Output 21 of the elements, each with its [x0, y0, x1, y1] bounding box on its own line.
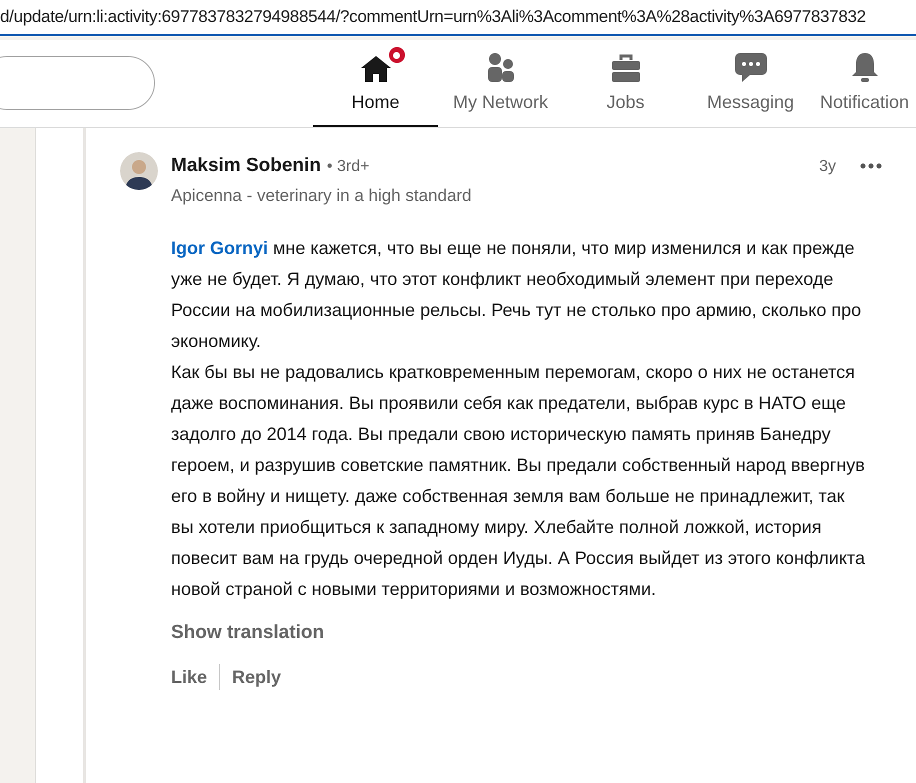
show-translation-link[interactable]: Show translation: [171, 619, 324, 648]
author-headline: Apicenna - veterinary in a high standard: [171, 184, 473, 206]
comment-action-button[interactable]: Like: [171, 664, 208, 690]
comment-action-button[interactable]: Reply: [232, 664, 282, 690]
nav-tab[interactable]: Notification: [813, 47, 916, 127]
search-field[interactable]: [0, 56, 155, 110]
mention-link[interactable]: Igor Gornyi: [171, 238, 268, 258]
author-name[interactable]: Maksim Sobenin: [171, 152, 321, 180]
nav-tab[interactable]: Jobs: [563, 47, 688, 127]
bell-icon: [850, 51, 880, 83]
home-icon: [358, 53, 392, 83]
nav-tab[interactable]: Messaging: [688, 47, 813, 127]
avatar[interactable]: [120, 152, 158, 190]
briefcase-icon: [610, 53, 642, 83]
more-icon[interactable]: [860, 163, 882, 170]
comment-text: Как бы вы не радовались кратковременным перемогам, скоро о них не останется даже воспоминания. Вы проявили себя как предатели, выбрав курс в НАТО еще задолго до 2014 года. Вы предали свою историческую память приняв Банедру героем, и разрушив советские памятник. Вы предали собственный народ ввергнув его в войну и нищету. даже собственная земля вам больше не принадлежит, так вы хотели приобщиться к западному миру. Хлебайте полной ложкой, история повесит вам на грудь очередной орден Иуды. А Россия выйдет из этого конфликта новой страной с новыми территориями и возможностями.: [171, 361, 866, 601]
nav-tab[interactable]: My Network: [438, 47, 563, 127]
connection-degree: • 3rd+: [326, 157, 370, 177]
timestamp: 3y: [819, 157, 836, 177]
chat-bubble-icon: [734, 51, 768, 83]
comment-text: Igor Gornyi мне кажется, что вы еще не поняли, что мир изменился и как прежде уже не будет. Я думаю, что этот конфликт необходимый элемент при переходе России на мобилизационные рельсы. Речь тут не столько про армию, сколько про экономику.: [171, 237, 862, 353]
